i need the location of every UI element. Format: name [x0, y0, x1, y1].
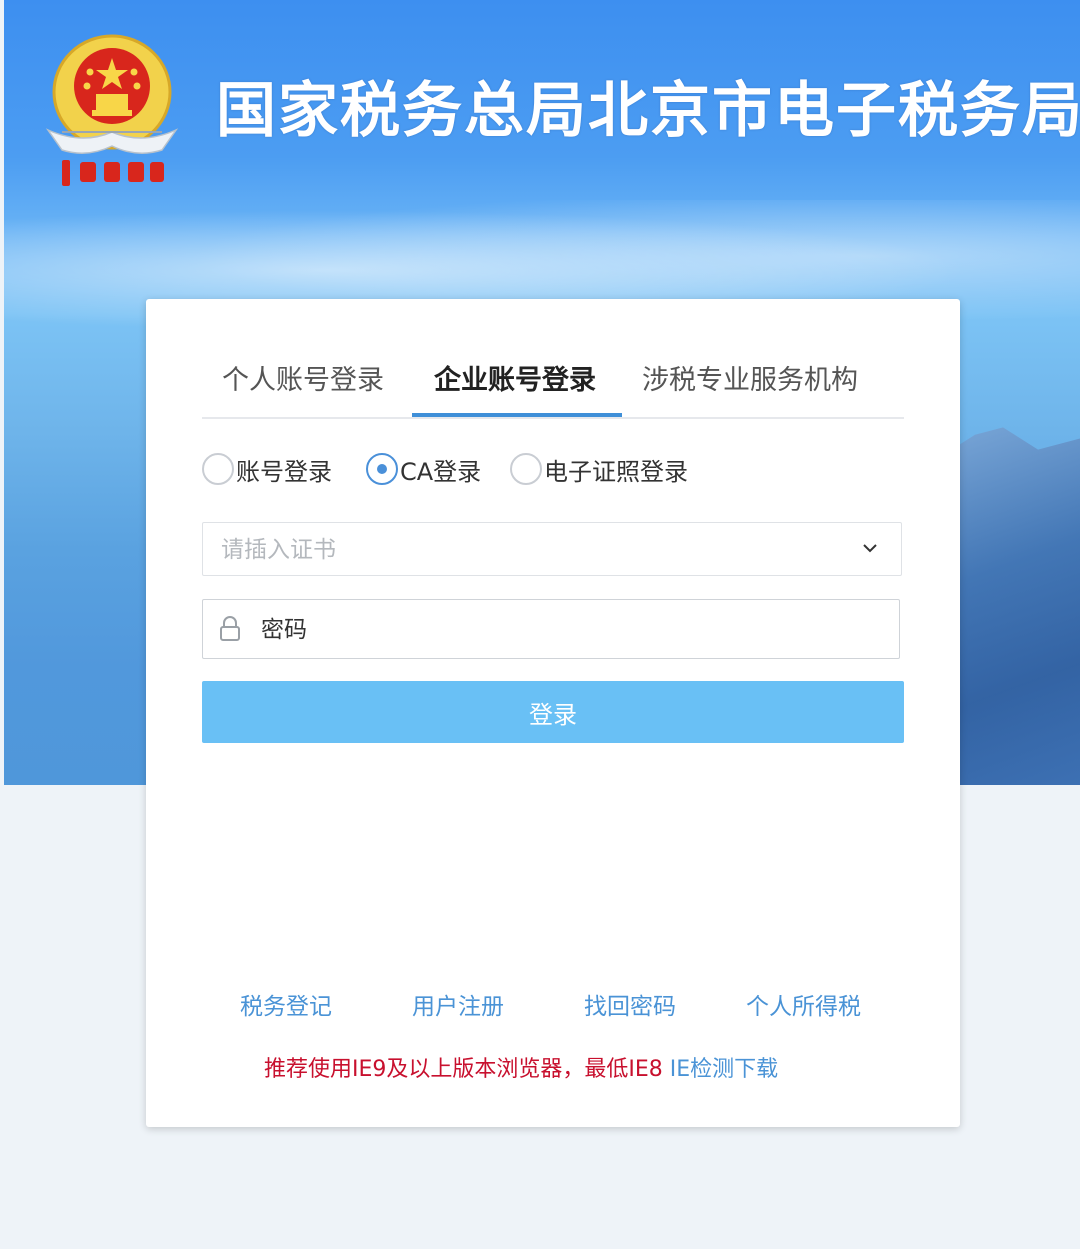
tab-personal-account[interactable]: 个人账号登录: [222, 359, 384, 417]
password-input[interactable]: [259, 608, 863, 652]
radio-circle[interactable]: [510, 453, 542, 485]
chevron-down-icon: [863, 544, 877, 553]
login-mode-group: 账号登录 CA登录 电子证照登录: [202, 449, 904, 489]
tab-enterprise-account[interactable]: 企业账号登录: [434, 359, 596, 417]
certificate-select[interactable]: 请插入证书: [202, 522, 902, 576]
radio-circle-checked[interactable]: [366, 453, 398, 485]
login-tabs: 个人账号登录 企业账号登录 涉税专业服务机构: [202, 359, 904, 419]
tab-tax-service-agency[interactable]: 涉税专业服务机构: [642, 359, 858, 417]
certificate-placeholder: 请插入证书: [221, 537, 336, 563]
great-wall-backdrop: [940, 427, 1080, 785]
ie-check-download-link[interactable]: IE检测下载: [670, 1057, 778, 1082]
lock-icon: [220, 616, 240, 641]
footer-links: 税务登记 用户注册 找回密码 个人所得税: [202, 987, 904, 1021]
radio-account-login[interactable]: 账号登录: [202, 449, 332, 489]
radio-label: 电子证照登录: [544, 457, 688, 486]
site-title: 国家税务总局北京市电子税务局: [216, 76, 1080, 146]
login-button[interactable]: 登录: [202, 681, 904, 743]
radio-label: 账号登录: [236, 457, 332, 486]
active-tab-indicator: [412, 413, 622, 417]
link-personal-income-tax[interactable]: 个人所得税: [746, 987, 861, 1021]
radio-circle[interactable]: [202, 453, 234, 485]
password-field[interactable]: [202, 599, 900, 659]
radio-label: CA登录: [400, 457, 482, 486]
national-emblem-icon: [45, 34, 179, 186]
link-user-register[interactable]: 用户注册: [412, 987, 504, 1021]
browser-notice: 推荐使用IE9及以上版本浏览器，最低IE8 IE检测下载: [264, 1051, 778, 1083]
link-recover-password[interactable]: 找回密码: [584, 987, 676, 1021]
login-card: 个人账号登录 企业账号登录 涉税专业服务机构 账号登录 CA登录 电子证照登录 …: [146, 299, 960, 1127]
browser-notice-text: 推荐使用IE9及以上版本浏览器，最低IE8: [264, 1057, 663, 1082]
radio-ca-login[interactable]: CA登录: [366, 449, 481, 489]
radio-e-license-login[interactable]: 电子证照登录: [510, 449, 688, 489]
link-tax-registration[interactable]: 税务登记: [240, 987, 332, 1021]
